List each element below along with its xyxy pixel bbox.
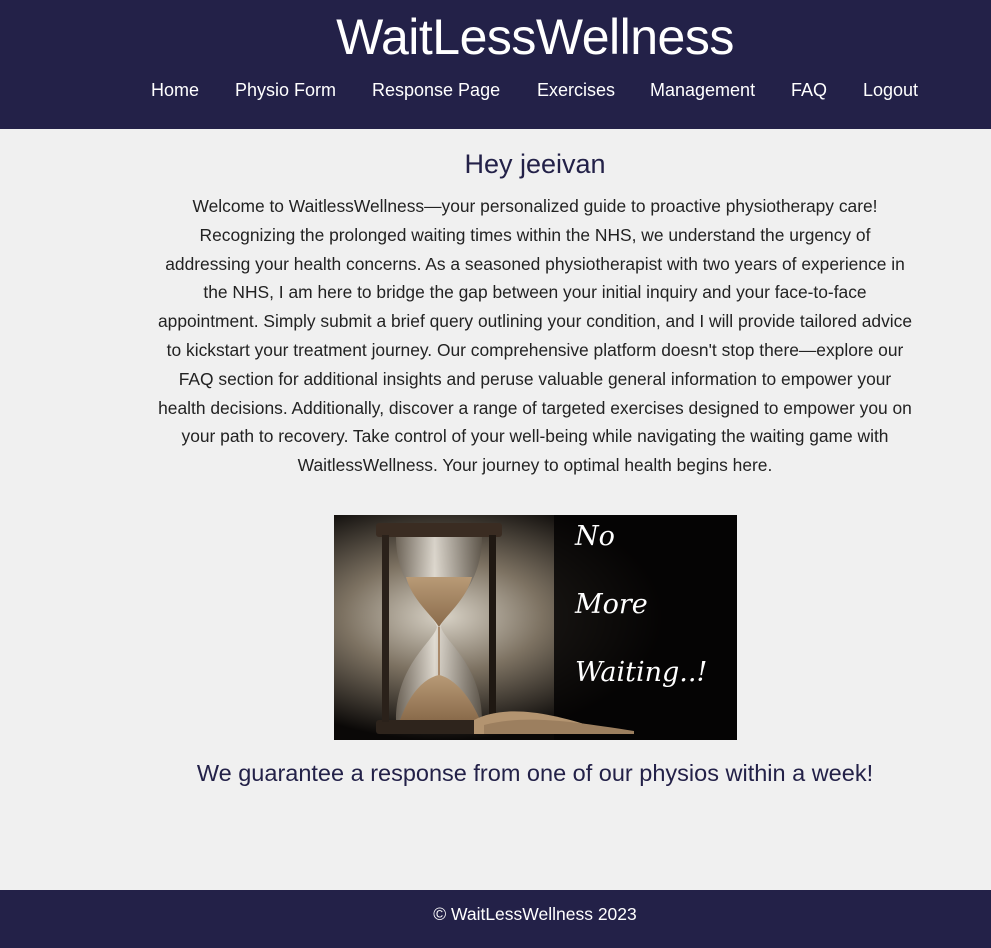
greeting-heading: Hey jeeivan bbox=[464, 149, 606, 179]
main-nav: Home Physio Form Response Page Exercises… bbox=[0, 78, 991, 102]
main-content: Hey jeeivan Welcome to WaitlessWellness—… bbox=[0, 129, 991, 890]
banner-line-no: No bbox=[575, 521, 615, 552]
banner-line-more: More bbox=[575, 589, 648, 620]
nav-link-physio-form[interactable]: Physio Form bbox=[235, 78, 336, 102]
nav-link-response-page[interactable]: Response Page bbox=[372, 78, 500, 102]
site-title: WaitLessWellness bbox=[336, 9, 734, 65]
copyright-text: © WaitLessWellness 2023 bbox=[433, 904, 637, 924]
nav-link-exercises[interactable]: Exercises bbox=[537, 78, 615, 102]
nav-link-management[interactable]: Management bbox=[650, 78, 755, 102]
nav-link-logout[interactable]: Logout bbox=[863, 78, 918, 102]
no-more-waiting-banner: No More Waiting..! bbox=[334, 515, 737, 740]
guarantee-text: We guarantee a response from one of our … bbox=[196, 760, 874, 786]
site-header: WaitLessWellness Home Physio Form Respon… bbox=[0, 0, 991, 129]
hourglass-icon bbox=[334, 515, 737, 740]
page: WaitLessWellness Home Physio Form Respon… bbox=[0, 0, 991, 948]
nav-link-faq[interactable]: FAQ bbox=[791, 78, 827, 102]
nav-link-home[interactable]: Home bbox=[151, 78, 199, 102]
site-footer: © WaitLessWellness 2023 bbox=[0, 890, 991, 948]
intro-paragraph: Welcome to WaitlessWellness—your persona… bbox=[158, 196, 912, 476]
banner-line-waiting: Waiting..! bbox=[575, 657, 708, 688]
